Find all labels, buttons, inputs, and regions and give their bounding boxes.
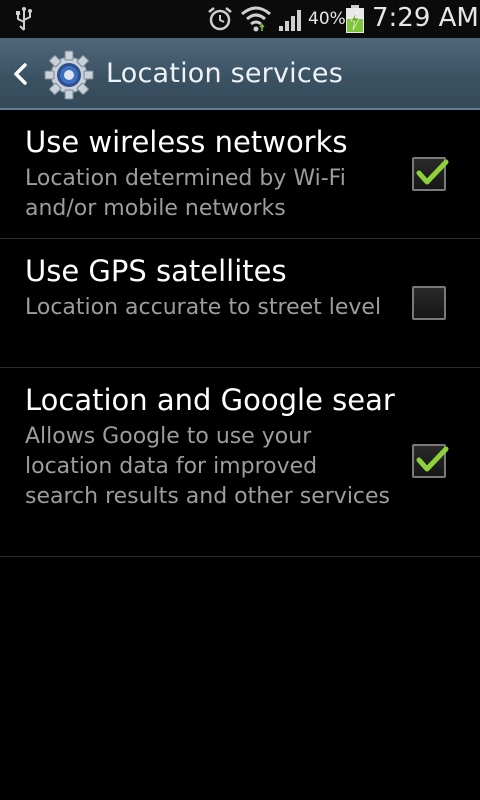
settings-list: Use wireless networks Location determine… [0, 110, 480, 557]
settings-gear-icon[interactable] [44, 50, 94, 100]
usb-icon [16, 7, 32, 31]
setting-item-location-google-search[interactable]: Location and Google search Allows Google… [0, 368, 480, 557]
setting-title: Location and Google search [25, 383, 395, 417]
setting-texts: Use wireless networks Location determine… [25, 124, 395, 224]
title-bar: Location services [0, 38, 480, 110]
setting-item-wireless-networks[interactable]: Use wireless networks Location determine… [0, 110, 480, 239]
signal-icon [279, 10, 301, 31]
battery-percentage: 40% [308, 9, 346, 29]
setting-summary: Allows Google to use your location data … [25, 424, 391, 509]
setting-texts: Location and Google search Allows Google… [25, 382, 395, 512]
status-bar: 40% 7:29 AM [0, 0, 480, 38]
back-icon[interactable] [10, 60, 30, 88]
wireless-networks-checkbox[interactable] [412, 157, 449, 191]
setting-title: Use GPS satellites [25, 254, 287, 288]
alarm-icon [208, 7, 232, 31]
screen: 40% 7:29 AM Location services Use wirele… [0, 0, 480, 800]
setting-item-gps-satellites[interactable]: Use GPS satellites Location accurate to … [0, 239, 480, 368]
status-clock: 7:29 AM [372, 3, 479, 33]
location-google-search-checkbox[interactable] [412, 444, 449, 478]
battery-charging-icon [346, 5, 364, 33]
setting-texts: Use GPS satellites Location accurate to … [25, 253, 395, 323]
page-title: Location services [106, 58, 343, 89]
checkmark-icon [416, 446, 449, 472]
gps-satellites-checkbox[interactable] [412, 286, 446, 320]
setting-summary: Location accurate to street level [25, 295, 382, 320]
setting-title: Use wireless networks [25, 125, 348, 159]
setting-summary: Location determined by Wi-Fi and/or mobi… [25, 166, 346, 221]
wifi-icon [241, 6, 271, 32]
checkmark-icon [416, 159, 449, 185]
